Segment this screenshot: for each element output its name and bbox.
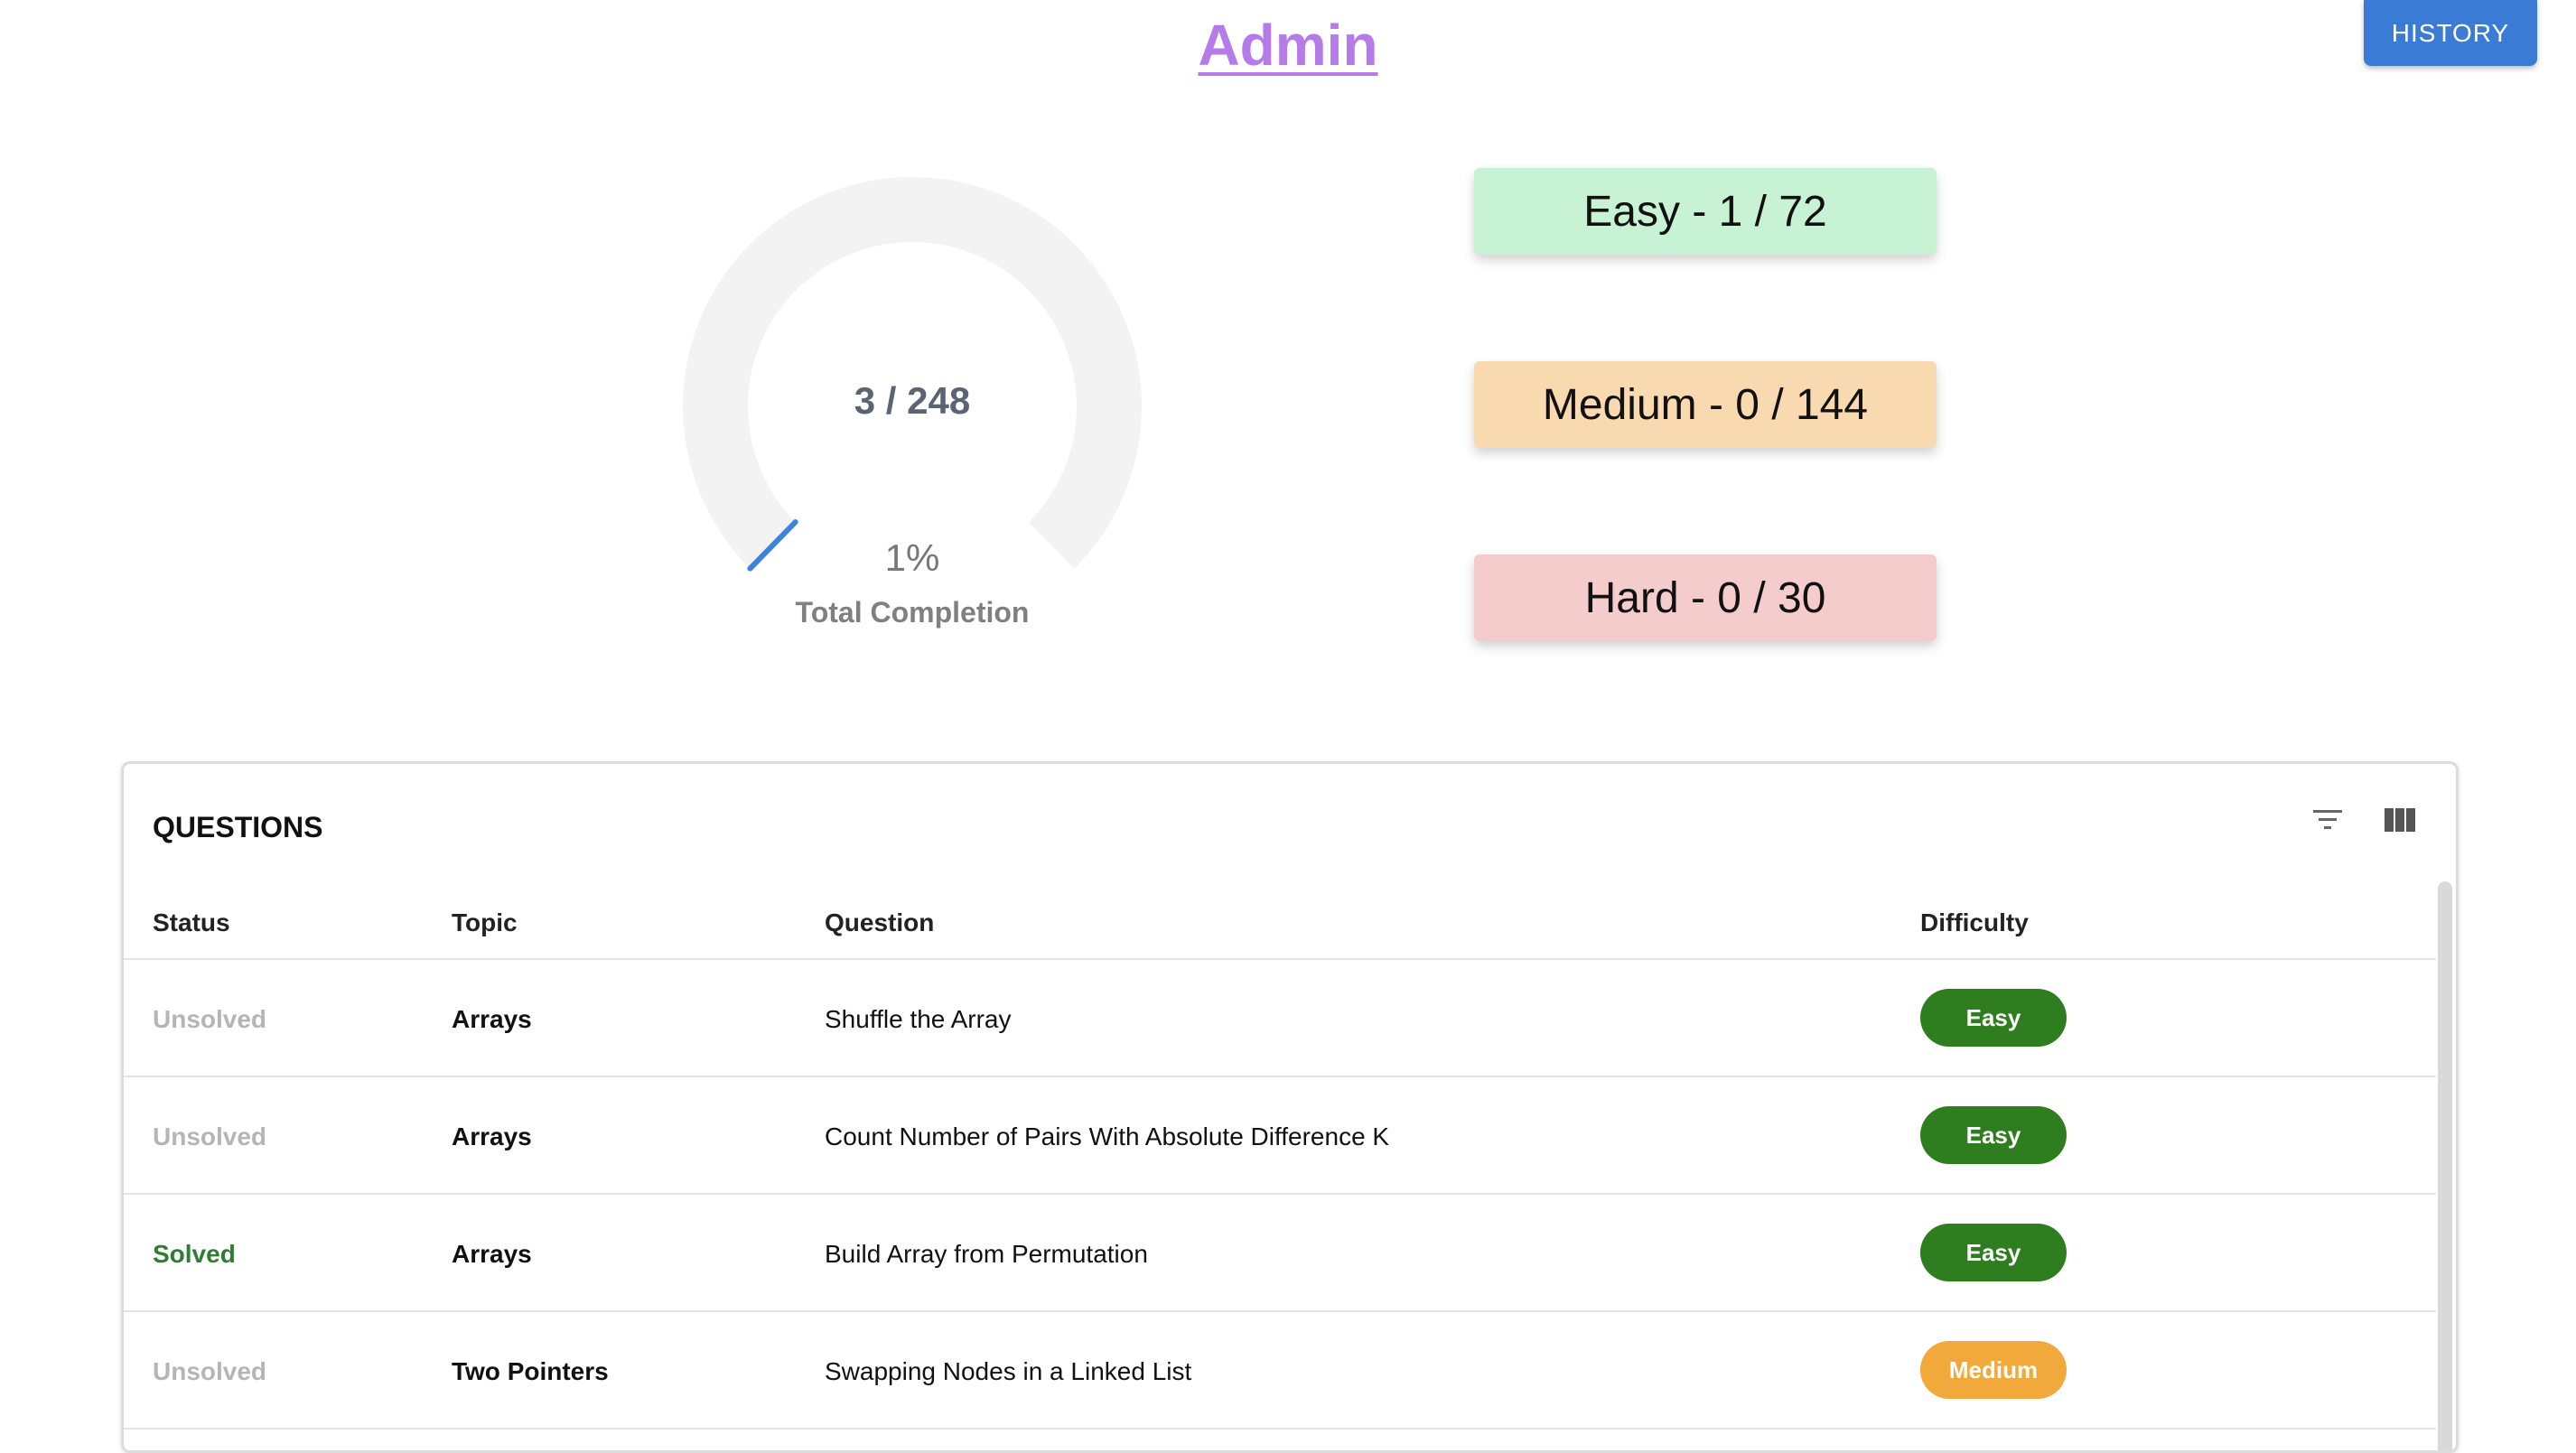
row-topic: Arrays (452, 1240, 532, 1268)
hard-count-card: Hard - 0 / 30 (1474, 554, 1937, 641)
page-title[interactable]: Admin (0, 7, 2576, 83)
table-row[interactable]: Unsolved Two Pointers Swapping Nodes in … (124, 1312, 2436, 1430)
questions-table-panel: QUESTIONS Status Topic Question Difficul… (121, 761, 2459, 1453)
completion-label: Total Completion (795, 596, 1030, 629)
column-header-status[interactable]: Status (153, 908, 230, 937)
questions-title: QUESTIONS (153, 811, 323, 843)
difficulty-badge: Easy (1920, 989, 2067, 1047)
table-scrollbar[interactable] (2438, 881, 2452, 1450)
completion-count: 3 / 248 (854, 379, 971, 422)
table-header: Status Topic Question Difficulty (124, 881, 2436, 960)
row-status: Unsolved (153, 1122, 267, 1150)
history-button[interactable]: HISTORY (2364, 0, 2537, 66)
row-question[interactable]: Build Array from Permutation (825, 1240, 1148, 1269)
row-status: Unsolved (153, 1357, 267, 1385)
medium-count-card: Medium - 0 / 144 (1474, 361, 1937, 448)
table-row[interactable]: Solved Arrays Build Array from Permutati… (124, 1195, 2436, 1312)
row-question[interactable]: Shuffle the Array (825, 1005, 1012, 1034)
column-header-difficulty[interactable]: Difficulty (1920, 908, 2029, 937)
difficulty-badge: Easy (1920, 1106, 2067, 1164)
difficulty-badge: Medium (1920, 1341, 2067, 1399)
difficulty-badge: Easy (1920, 1224, 2067, 1281)
row-status: Unsolved (153, 1005, 267, 1033)
columns-icon[interactable] (2382, 802, 2418, 838)
row-question[interactable]: Swapping Nodes in a Linked List (825, 1357, 1191, 1386)
completion-percent: 1% (884, 536, 940, 579)
table-row[interactable]: Unsolved Arrays Count Number of Pairs Wi… (124, 1077, 2436, 1195)
column-header-topic[interactable]: Topic (452, 908, 518, 937)
row-question[interactable]: Count Number of Pairs With Absolute Diff… (825, 1122, 1389, 1151)
row-topic: Two Pointers (452, 1357, 609, 1385)
row-topic: Arrays (452, 1005, 532, 1033)
column-header-question[interactable]: Question (825, 908, 934, 937)
row-status: Solved (153, 1240, 236, 1268)
easy-count-card: Easy - 1 / 72 (1474, 168, 1937, 255)
row-topic: Arrays (452, 1122, 532, 1150)
filter-icon[interactable] (2310, 802, 2346, 838)
table-row[interactable]: Unsolved Arrays Shuffle the Array Easy (124, 960, 2436, 1077)
gauge-track (683, 177, 1142, 569)
